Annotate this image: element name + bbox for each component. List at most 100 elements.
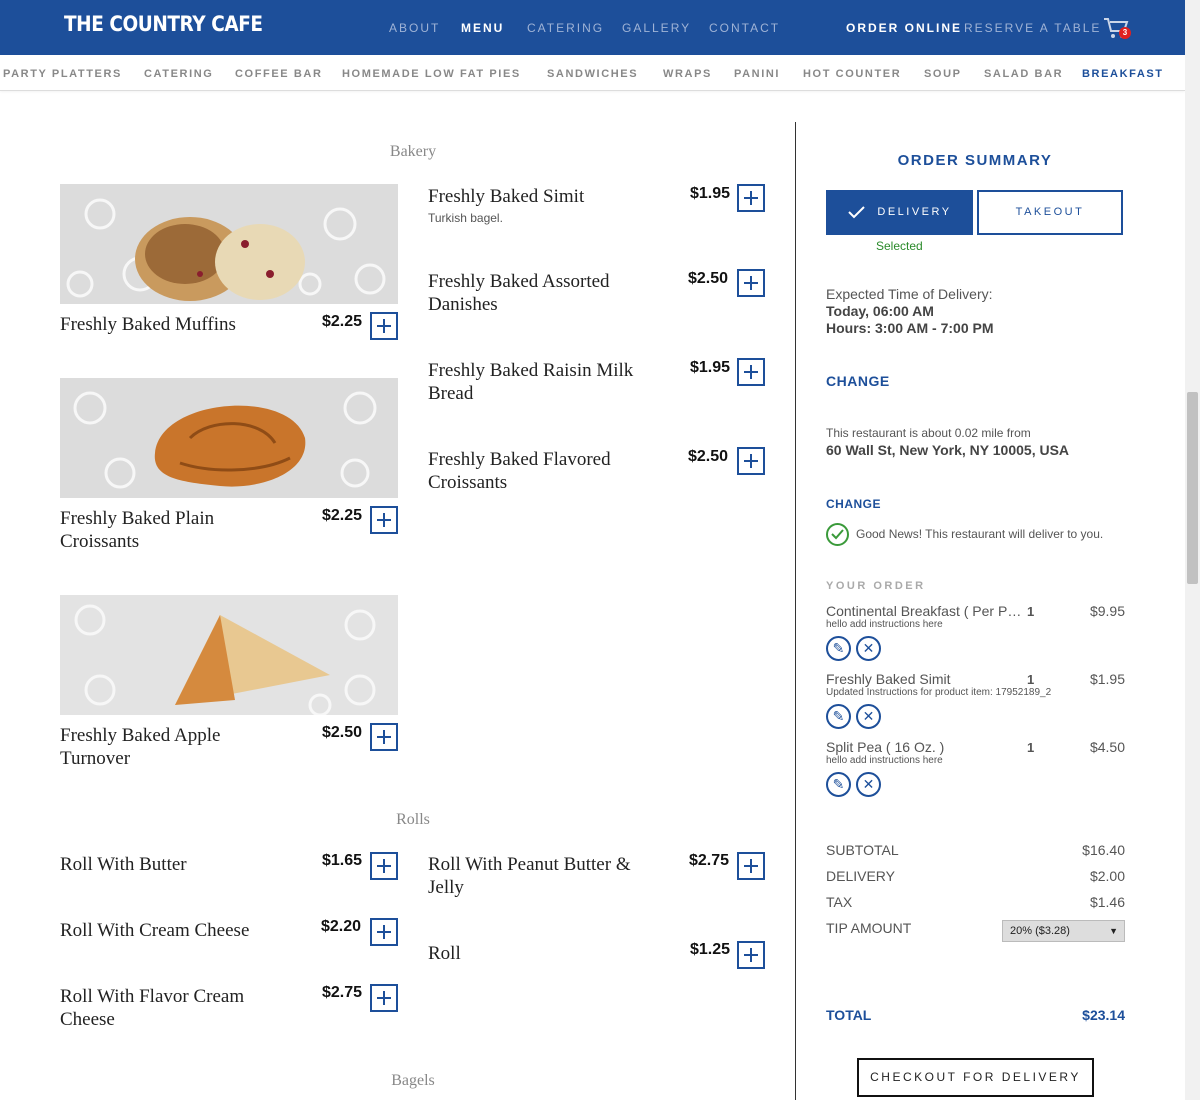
change-time-link[interactable]: CHANGE [826, 373, 890, 389]
cat-hot-counter[interactable]: HOT COUNTER [803, 68, 901, 80]
column-divider [795, 122, 796, 1100]
order-online-link[interactable]: ORDER ONLINE [846, 21, 962, 35]
add-item-button[interactable] [737, 852, 765, 880]
add-item-button[interactable] [370, 723, 398, 751]
item-name[interactable]: Roll With Peanut Butter & Jelly [428, 853, 643, 899]
edit-icon[interactable]: ✎ [826, 704, 851, 729]
item-name[interactable]: Freshly Baked Plain Croissants [60, 507, 290, 553]
checkout-button[interactable]: CHECKOUT FOR DELIVERY [857, 1058, 1094, 1097]
add-item-button[interactable] [737, 184, 765, 212]
add-item-button[interactable] [370, 312, 398, 340]
item-price: $1.95 [690, 359, 731, 376]
turnover-photo [60, 595, 398, 715]
good-news-text: Good News! This restaurant will deliver … [856, 527, 1104, 541]
add-item-button[interactable] [370, 918, 398, 946]
add-item-button[interactable] [737, 358, 765, 386]
item-price: $2.50 [688, 448, 729, 465]
nav-catering[interactable]: CATERING [527, 21, 604, 35]
item-name[interactable]: Freshly Baked Simit [428, 185, 658, 208]
item-price: $2.75 [689, 852, 730, 869]
nav-menu[interactable]: MENU [461, 21, 504, 35]
your-order-heading: YOUR ORDER [826, 580, 926, 592]
cat-low-fat-pies[interactable]: HOMEMADE LOW FAT PIES [342, 68, 521, 80]
tip-select[interactable]: 20% ($3.28) ▼ [1002, 920, 1125, 942]
section-title-bagels: Bagels [391, 1072, 435, 1089]
cat-coffee-bar[interactable]: COFFEE BAR [235, 68, 323, 80]
add-item-button[interactable] [737, 269, 765, 297]
hours-text: Hours: 3:00 AM - 7:00 PM [826, 320, 994, 336]
nav-contact[interactable]: CONTACT [709, 21, 780, 35]
order-item-name: Freshly Baked Simit [826, 671, 951, 687]
order-item-note: hello add instructions here [826, 755, 943, 766]
order-item-qty: 1 [1027, 604, 1035, 619]
change-address-link[interactable]: CHANGE [826, 497, 881, 511]
cat-salad-bar[interactable]: SALAD BAR [984, 68, 1063, 80]
section-title-bakery: Bakery [389, 143, 437, 160]
cart-count-badge: 3 [1119, 27, 1131, 39]
tip-label: TIP AMOUNT [826, 920, 912, 936]
tax-label: TAX [826, 894, 853, 910]
site-logo[interactable]: The Country Cafe [64, 12, 263, 36]
expected-time-value: Today, 06:00 AM [826, 303, 934, 319]
item-name[interactable]: Freshly Baked Muffins [60, 313, 290, 336]
item-name[interactable]: Freshly Baked Flavored Croissants [428, 448, 658, 494]
item-price: $2.25 [322, 313, 363, 330]
takeout-label: TAKEOUT [1015, 206, 1085, 218]
add-item-button[interactable] [737, 447, 765, 475]
item-name[interactable]: Roll With Flavor Cream Cheese [60, 985, 290, 1031]
item-name[interactable]: Freshly Baked Raisin Milk Bread [428, 359, 658, 405]
takeout-mode-button[interactable]: TAKEOUT [977, 190, 1123, 235]
subtotal-value: $16.40 [1082, 842, 1125, 858]
edit-icon[interactable]: ✎ [826, 636, 851, 661]
delivery-fee-value: $2.00 [1089, 868, 1125, 884]
remove-icon[interactable]: ✕ [856, 772, 881, 797]
item-name[interactable]: Freshly Baked Apple Turnover [60, 724, 290, 770]
subtotal-label: SUBTOTAL [826, 842, 899, 858]
nav-gallery[interactable]: GALLERY [622, 21, 691, 35]
order-item-price: $9.95 [1089, 603, 1125, 619]
item-price: $2.50 [688, 270, 729, 287]
item-price: $2.50 [322, 724, 363, 741]
cat-sandwiches[interactable]: SANDWICHES [547, 68, 638, 80]
cat-soup[interactable]: SOUP [924, 68, 962, 80]
add-item-button[interactable] [370, 506, 398, 534]
category-nav: PARTY PLATTERS CATERING COFFEE BAR HOMEM… [0, 55, 1185, 91]
cat-wraps[interactable]: WRAPS [663, 68, 712, 80]
cat-breakfast[interactable]: BREAKFAST [1082, 68, 1164, 80]
item-price: $2.20 [321, 918, 362, 935]
scrollbar-thumb[interactable] [1187, 392, 1198, 584]
delivery-address: 60 Wall St, New York, NY 10005, USA [826, 442, 1070, 458]
add-item-button[interactable] [737, 941, 765, 969]
order-item-qty: 1 [1027, 672, 1035, 687]
order-item-price: $1.95 [1089, 671, 1125, 687]
item-name[interactable]: Roll [428, 942, 658, 965]
item-name[interactable]: Roll With Butter [60, 853, 290, 876]
cat-panini[interactable]: PANINI [734, 68, 780, 80]
remove-icon[interactable]: ✕ [856, 704, 881, 729]
order-item-note: Updated Instructions for product item: 1… [826, 687, 1052, 698]
remove-icon[interactable]: ✕ [856, 636, 881, 661]
item-name[interactable]: Freshly Baked Assorted Danishes [428, 270, 658, 316]
delivery-label: DELIVERY [877, 206, 952, 218]
muffin-photo [60, 184, 398, 304]
order-item-note: hello add instructions here [826, 619, 943, 630]
checkmark-icon [848, 206, 865, 219]
cat-party-platters[interactable]: PARTY PLATTERS [3, 68, 122, 80]
order-item-name: Continental Breakfast ( Per Person ) [826, 603, 1024, 619]
success-check-icon [826, 523, 849, 546]
add-item-button[interactable] [370, 984, 398, 1012]
order-summary-title: ORDER SUMMARY [897, 152, 1053, 169]
item-name[interactable]: Roll With Cream Cheese [60, 919, 320, 942]
cat-catering[interactable]: CATERING [144, 68, 213, 80]
selected-label: Selected [876, 239, 923, 253]
item-description: Turkish bagel. [428, 211, 503, 225]
expected-time-label: Expected Time of Delivery: [826, 286, 993, 302]
delivery-mode-button[interactable]: DELIVERY [826, 190, 973, 235]
add-item-button[interactable] [370, 852, 398, 880]
nav-about[interactable]: ABOUT [389, 21, 440, 35]
item-price: $1.95 [690, 185, 731, 202]
reserve-table-link[interactable]: RESERVE A TABLE [964, 21, 1101, 35]
edit-icon[interactable]: ✎ [826, 772, 851, 797]
distance-text: This restaurant is about 0.02 mile from [826, 426, 1031, 440]
order-item-name: Split Pea ( 16 Oz. ) [826, 739, 945, 755]
